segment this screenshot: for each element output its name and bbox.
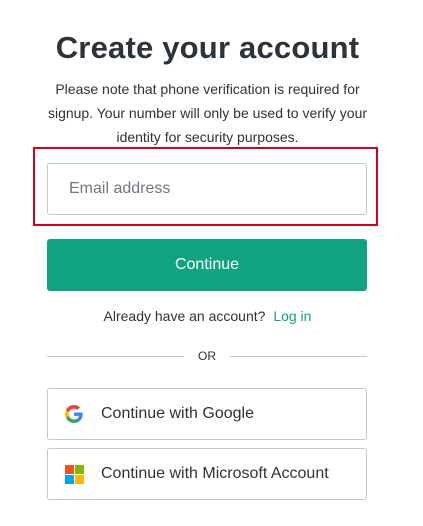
continue-button[interactable]: Continue — [47, 239, 367, 291]
microsoft-icon — [65, 465, 84, 484]
login-link[interactable]: Log in — [273, 308, 311, 324]
signup-page: Create your account Please note that pho… — [0, 0, 423, 526]
email-input[interactable] — [47, 163, 367, 215]
continue-with-microsoft-button[interactable]: Continue with Microsoft Account — [47, 448, 367, 500]
page-title: Create your account — [55, 30, 360, 65]
or-divider: OR — [47, 348, 367, 364]
signin-prompt-text: Already have an account? — [103, 308, 266, 324]
microsoft-button-label: Continue with Microsoft Account — [101, 465, 329, 482]
signin-prompt-row: Already have an account? Log in — [0, 308, 415, 324]
google-icon — [65, 405, 83, 423]
continue-with-google-button[interactable]: Continue with Google — [47, 388, 367, 440]
page-subtitle: Please note that phone verification is r… — [47, 81, 368, 145]
divider-label: OR — [198, 349, 216, 363]
divider-line-right — [230, 355, 367, 357]
divider-line-left — [47, 355, 184, 357]
google-button-label: Continue with Google — [101, 405, 254, 422]
